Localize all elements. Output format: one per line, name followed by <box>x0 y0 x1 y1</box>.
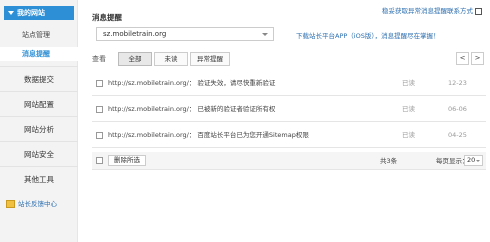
message-state: 已读 <box>402 131 415 139</box>
sidebar-item-site-analysis[interactable]: 网站分析 <box>0 116 78 141</box>
chevron-down-icon <box>262 33 268 36</box>
sidebar-item-message-alerts[interactable]: 消息提醒 <box>0 47 78 61</box>
edit-icon <box>475 7 482 15</box>
message-row[interactable]: http://sz.mobiletrain.org/： 已被新的验证者验证所有权… <box>92 97 486 122</box>
message-date: 06-06 <box>448 105 467 113</box>
feedback-link[interactable]: 站长反馈中心 <box>6 198 57 210</box>
message-row[interactable]: http://sz.mobiletrain.org/： 百度站长平台已为您开通S… <box>92 123 486 148</box>
notepad-icon <box>6 200 15 208</box>
contact-method-label: 稳妥获取异常消息提醒联系方式 <box>382 7 473 15</box>
site-select-value: sz.mobiletrain.org <box>103 30 167 38</box>
message-state: 已读 <box>402 79 415 87</box>
message-text[interactable]: http://sz.mobiletrain.org/： 百度站长平台已为您开通S… <box>108 130 309 140</box>
feedback-link-label: 站长反馈中心 <box>18 200 57 208</box>
sidebar-item-data-submit[interactable]: 数据提交 <box>0 66 78 91</box>
message-date: 04-25 <box>448 131 467 139</box>
caret-down-icon <box>8 11 14 15</box>
message-text[interactable]: http://sz.mobiletrain.org/： 已被新的验证者验证所有权 <box>108 104 275 114</box>
app-download-link[interactable]: 下载站长平台APP（iOS版），消息提醒尽在掌握！ <box>296 30 440 40</box>
sidebar: 我的网站 站点管理 消息提醒 数据提交 网站配置 网站分析 网站安全 其他工具 … <box>0 0 78 242</box>
filter-all-button[interactable]: 全部 <box>118 52 152 66</box>
next-page-button[interactable]: > <box>471 52 484 65</box>
chevron-down-icon <box>476 160 480 162</box>
sidebar-item-other-tools[interactable]: 其他工具 <box>0 166 78 191</box>
contact-method-link[interactable]: 稳妥获取异常消息提醒联系方式 <box>382 5 482 15</box>
row-checkbox[interactable] <box>96 132 103 139</box>
per-page-select[interactable]: 20 <box>464 155 483 166</box>
sidebar-header-my-sites[interactable]: 我的网站 <box>4 6 74 20</box>
filter-label: 查看 <box>92 55 106 63</box>
delete-selected-button[interactable]: 删除所选 <box>108 155 146 166</box>
message-row[interactable]: http://sz.mobiletrain.org/： 验证失效，请尽快重新验证… <box>92 71 486 96</box>
filter-unread-button[interactable]: 未读 <box>154 52 188 66</box>
select-all-checkbox[interactable] <box>96 157 103 164</box>
main-panel: 稳妥获取异常消息提醒联系方式 消息提醒 sz.mobiletrain.org 下… <box>92 0 486 242</box>
message-text[interactable]: http://sz.mobiletrain.org/： 验证失效，请尽快重新验证 <box>108 78 275 88</box>
sidebar-item-site-config[interactable]: 网站配置 <box>0 91 78 116</box>
table-footer: 删除所选 共3条 每页显示： 20 <box>92 152 486 170</box>
page-title: 消息提醒 <box>92 13 122 22</box>
message-state: 已读 <box>402 105 415 113</box>
sidebar-item-site-security[interactable]: 网站安全 <box>0 141 78 166</box>
total-count: 共3条 <box>380 157 398 165</box>
site-select[interactable]: sz.mobiletrain.org <box>96 27 274 41</box>
row-checkbox[interactable] <box>96 106 103 113</box>
sidebar-item-site-management[interactable]: 站点管理 <box>0 28 78 42</box>
filter-alert-button[interactable]: 异常提醒 <box>190 52 230 66</box>
per-page-value: 20 <box>467 156 476 164</box>
message-date: 12-23 <box>448 79 467 87</box>
sidebar-header-label: 我的网站 <box>17 9 45 17</box>
prev-page-button[interactable]: < <box>456 52 469 65</box>
row-checkbox[interactable] <box>96 80 103 87</box>
